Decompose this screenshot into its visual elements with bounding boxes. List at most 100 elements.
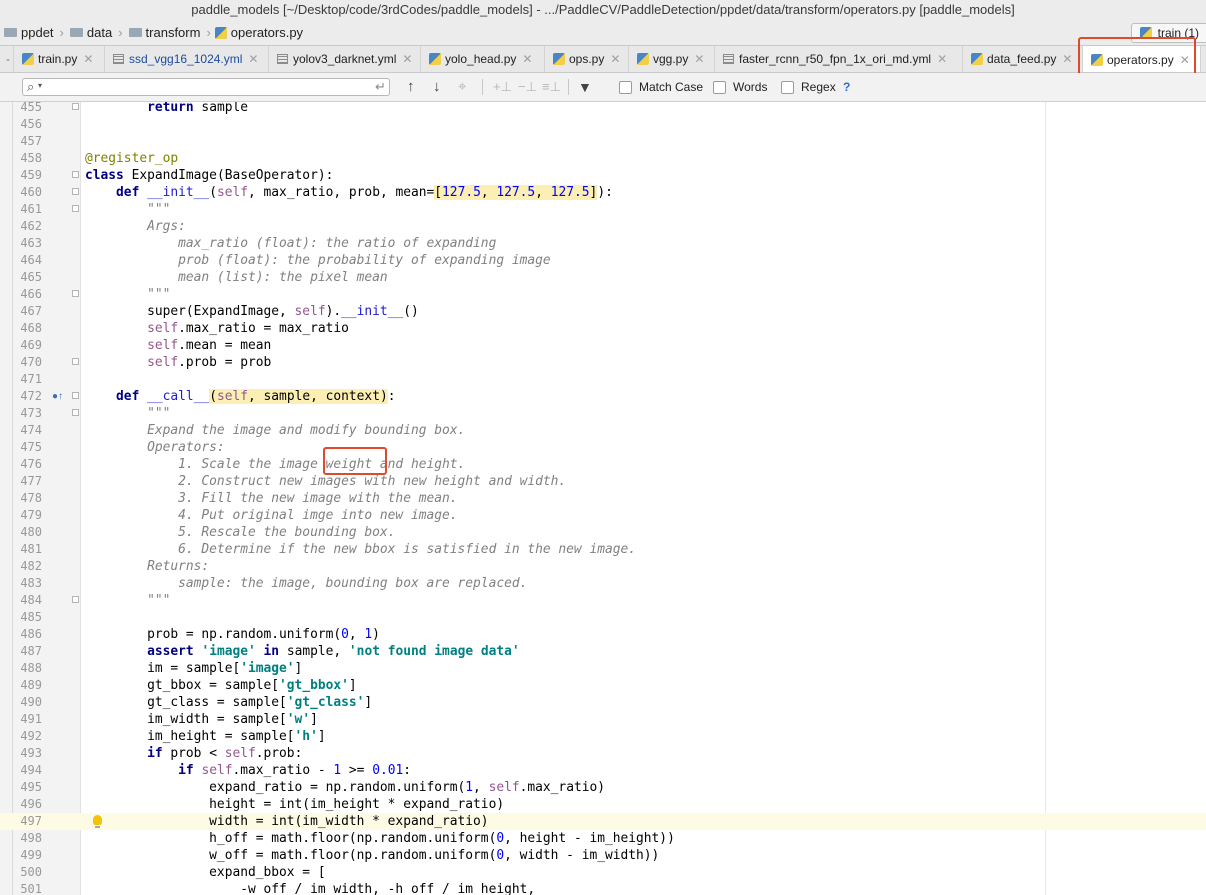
line-number[interactable]: 500 — [18, 864, 42, 881]
line-number[interactable]: 471 — [18, 371, 42, 388]
line-number[interactable]: 455 — [18, 102, 42, 116]
code-line-501[interactable]: 501 -w_off / im_width, -h_off / im_heigh… — [0, 881, 1206, 895]
fold-marker-icon[interactable] — [72, 358, 79, 365]
line-number[interactable]: 482 — [18, 558, 42, 575]
fold-marker-icon[interactable] — [72, 409, 79, 416]
code-line-473[interactable]: 473 """ — [0, 405, 1206, 422]
next-occurrence-icon[interactable]: ↓ — [433, 79, 441, 95]
code-line-487[interactable]: 487 assert 'image' in sample, 'not found… — [0, 643, 1206, 660]
line-number[interactable]: 472 — [18, 388, 42, 405]
code-line-456[interactable]: 456 — [0, 116, 1206, 133]
code-line-490[interactable]: 490 gt_class = sample['gt_class'] — [0, 694, 1206, 711]
code-line-460[interactable]: 460 def __init__(self, max_ratio, prob, … — [0, 184, 1206, 201]
code-line-469[interactable]: 469 self.mean = mean — [0, 337, 1206, 354]
fold-marker-icon[interactable] — [72, 205, 79, 212]
code-line-481[interactable]: 481 6. Determine if the new bbox is sati… — [0, 541, 1206, 558]
words-checkbox[interactable] — [713, 81, 726, 94]
fold-marker-icon[interactable] — [72, 103, 79, 110]
code-line-471[interactable]: 471 — [0, 371, 1206, 388]
close-tab-icon[interactable]: ✕ — [248, 52, 258, 66]
tab-data-feed-py[interactable]: data_feed.py ✕ — [963, 46, 1083, 72]
line-number[interactable]: 499 — [18, 847, 42, 864]
add-selection-icon[interactable]: +⊥ — [493, 79, 512, 95]
line-number[interactable]: 489 — [18, 677, 42, 694]
line-number[interactable]: 464 — [18, 252, 42, 269]
close-tab-icon[interactable]: ✕ — [694, 52, 704, 66]
line-number[interactable]: 470 — [18, 354, 42, 371]
line-number[interactable]: 480 — [18, 524, 42, 541]
line-number[interactable]: 486 — [18, 626, 42, 643]
code-line-495[interactable]: 495 expand_ratio = np.random.uniform(1, … — [0, 779, 1206, 796]
code-line-464[interactable]: 464 prob (float): the probability of exp… — [0, 252, 1206, 269]
filter-icon[interactable]: ▼ — [578, 79, 592, 95]
line-number[interactable]: 483 — [18, 575, 42, 592]
line-number[interactable]: 488 — [18, 660, 42, 677]
line-number[interactable]: 485 — [18, 609, 42, 626]
match-case-checkbox[interactable] — [619, 81, 632, 94]
code-line-482[interactable]: 482 Returns: — [0, 558, 1206, 575]
search-input[interactable] — [47, 80, 371, 96]
code-line-479[interactable]: 479 4. Put original imge into new image. — [0, 507, 1206, 524]
line-number[interactable]: 468 — [18, 320, 42, 337]
line-number[interactable]: 466 — [18, 286, 42, 303]
code-line-485[interactable]: 485 — [0, 609, 1206, 626]
search-history-dropdown-icon[interactable]: ▾ — [38, 81, 42, 90]
line-number[interactable]: 493 — [18, 745, 42, 762]
breadcrumb-transform[interactable]: transform — [127, 25, 200, 40]
line-number[interactable]: 473 — [18, 405, 42, 422]
line-number[interactable]: 494 — [18, 762, 42, 779]
code-line-491[interactable]: 491 im_width = sample['w'] — [0, 711, 1206, 728]
line-number[interactable]: 478 — [18, 490, 42, 507]
code-editor[interactable]: 455 return sample 456 457 458 @register_op 45… — [0, 102, 1206, 895]
close-tab-icon[interactable]: ✕ — [937, 52, 947, 66]
override-method-icon[interactable]: ●↑ — [52, 392, 63, 402]
code-line-465[interactable]: 465 mean (list): the pixel mean — [0, 269, 1206, 286]
code-line-494[interactable]: 494 if self.max_ratio - 1 >= 0.01: — [0, 762, 1206, 779]
code-line-466[interactable]: 466 """ — [0, 286, 1206, 303]
code-line-496[interactable]: 496 height = int(im_height * expand_rati… — [0, 796, 1206, 813]
line-number[interactable]: 477 — [18, 473, 42, 490]
regex-checkbox[interactable] — [781, 81, 794, 94]
tab-yolo-head-py[interactable]: yolo_head.py ✕ — [421, 46, 545, 72]
line-number[interactable]: 462 — [18, 218, 42, 235]
code-line-475[interactable]: 475 Operators: — [0, 439, 1206, 456]
code-line-461[interactable]: 461 """ — [0, 201, 1206, 218]
line-number[interactable]: 491 — [18, 711, 42, 728]
code-line-455[interactable]: 455 return sample — [0, 102, 1206, 116]
select-all-occurrences-icon[interactable]: ≡⊥ — [542, 79, 561, 95]
line-number[interactable]: 459 — [18, 167, 42, 184]
code-line-459[interactable]: 459 class ExpandImage(BaseOperator): — [0, 167, 1206, 184]
line-number[interactable]: 497 — [18, 813, 42, 830]
code-line-492[interactable]: 492 im_height = sample['h'] — [0, 728, 1206, 745]
code-line-480[interactable]: 480 5. Rescale the bounding box. — [0, 524, 1206, 541]
code-line-457[interactable]: 457 — [0, 133, 1206, 150]
line-number[interactable]: 487 — [18, 643, 42, 660]
code-line-493[interactable]: 493 if prob < self.prob: — [0, 745, 1206, 762]
close-tab-icon[interactable]: ✕ — [522, 52, 532, 66]
line-number[interactable]: 465 — [18, 269, 42, 286]
code-line-467[interactable]: 467 super(ExpandImage, self).__init__() — [0, 303, 1206, 320]
line-number[interactable]: 484 — [18, 592, 42, 609]
code-line-477[interactable]: 477 2. Construct new images with new hei… — [0, 473, 1206, 490]
line-number[interactable]: 496 — [18, 796, 42, 813]
tab-yolov3-darknet-yml[interactable]: yolov3_darknet.yml ✕ — [269, 46, 421, 72]
code-line-484[interactable]: 484 """ — [0, 592, 1206, 609]
code-line-500[interactable]: 500 expand_bbox = [ — [0, 864, 1206, 881]
tab-faster-rcnn-yml[interactable]: faster_rcnn_r50_fpn_1x_ori_md.yml ✕ — [715, 46, 963, 72]
breadcrumb-file[interactable]: operators.py — [214, 25, 303, 40]
line-number[interactable]: 467 — [18, 303, 42, 320]
line-number[interactable]: 456 — [18, 116, 42, 133]
line-number[interactable]: 501 — [18, 881, 42, 895]
code-line-462[interactable]: 462 Args: — [0, 218, 1206, 235]
code-line-470[interactable]: 470 self.prob = prob — [0, 354, 1206, 371]
close-tab-icon[interactable]: ✕ — [610, 52, 620, 66]
code-line-458[interactable]: 458 @register_op — [0, 150, 1206, 167]
line-number[interactable]: 476 — [18, 456, 42, 473]
code-line-463[interactable]: 463 max_ratio (float): the ratio of expa… — [0, 235, 1206, 252]
tab-scroll-left[interactable]: - — [0, 46, 14, 72]
line-number[interactable]: 458 — [18, 150, 42, 167]
find-all-icon[interactable]: ⌖ — [458, 79, 466, 95]
code-line-483[interactable]: 483 sample: the image, bounding box are … — [0, 575, 1206, 592]
tab-train-py[interactable]: train.py ✕ — [14, 46, 105, 72]
fold-marker-icon[interactable] — [72, 188, 79, 195]
